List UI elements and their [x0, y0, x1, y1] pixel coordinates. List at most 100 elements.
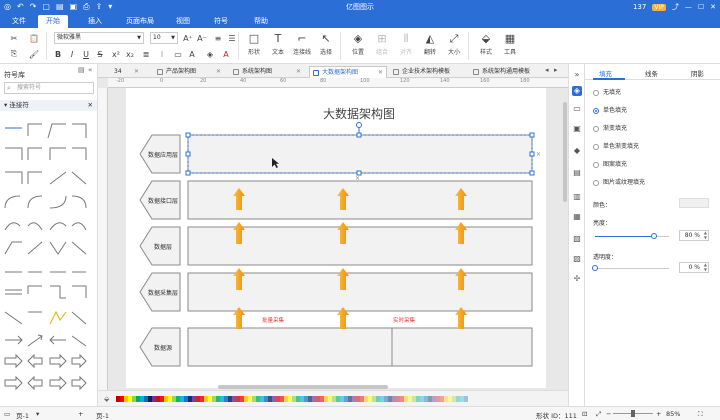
table-panel-icon[interactable]: ▦	[572, 212, 582, 222]
transparency-slider-knob[interactable]	[592, 265, 598, 271]
text-tool[interactable]: T 文本	[266, 32, 290, 56]
fill-panel-icon[interactable]: ◈	[572, 86, 582, 96]
theme-panel-icon[interactable]: ▤	[572, 168, 582, 178]
brightness-input[interactable]: 80 % ▲ ▼	[679, 230, 709, 241]
underline-icon[interactable]: U	[80, 48, 92, 60]
font-grow-icon[interactable]: A⁺	[182, 32, 194, 44]
superscript-icon[interactable]: x²	[110, 48, 122, 60]
fullscreen-icon[interactable]: ⤢	[596, 410, 601, 419]
close-icon[interactable]: ✕	[296, 66, 301, 78]
group-tool[interactable]: ⊞ 组合	[370, 32, 394, 56]
select-tool[interactable]: ↖ 选择	[314, 32, 338, 56]
color-swatches[interactable]	[116, 396, 468, 402]
doc-tab[interactable]: 系统架构图 ✕	[230, 66, 304, 78]
minimize-icon[interactable]: —	[685, 3, 692, 11]
subscript-icon[interactable]: x₂	[124, 48, 136, 60]
tools-tool[interactable]: ▦ 工具	[498, 32, 522, 56]
connect-panel-icon[interactable]: ✢	[572, 274, 582, 284]
page-selector[interactable]: 页-1	[16, 410, 29, 420]
tab-fill[interactable]: 填充	[599, 68, 612, 78]
text-align-icon[interactable]: ≣	[140, 48, 152, 60]
share-icon[interactable]: ⤴	[672, 2, 679, 12]
menu-page-layout[interactable]: 页面布局	[118, 15, 162, 28]
fit-window-icon[interactable]: ⛶	[698, 410, 703, 419]
spinner-arrows-icon[interactable]: ▲ ▼	[704, 230, 707, 240]
spinner-arrows-icon[interactable]: ▲ ▼	[704, 262, 707, 272]
paste-icon[interactable]: 📋	[28, 32, 40, 44]
layer-row[interactable]: 数据源	[139, 327, 533, 367]
zoom-in-icon[interactable]: +	[656, 410, 661, 418]
close-icon[interactable]: ✕	[88, 100, 93, 111]
menu-view[interactable]: 视图	[168, 15, 198, 28]
tab-shadow[interactable]: 阴影	[691, 68, 704, 78]
menu-file[interactable]: 文件	[4, 15, 34, 28]
menu-home[interactable]: 开始	[38, 15, 68, 28]
style-tool[interactable]: ⬙ 样式	[474, 32, 498, 56]
diagram-canvas[interactable]: 大数据架构图 数据应用层 数据接口层 数据层 数据采集层 数据源 批量采集 实时…	[126, 88, 546, 388]
fill-option-solid[interactable]: 单色填充	[593, 106, 627, 116]
menu-insert[interactable]: 插入	[80, 15, 110, 28]
menu-help[interactable]: 帮助	[246, 15, 276, 28]
vip-badge[interactable]: VIP	[652, 3, 666, 11]
fill-option-single-gradient[interactable]: 单色渐变填充	[593, 142, 639, 152]
font-size-select[interactable]: 10 ▼	[150, 32, 178, 44]
fill-option-pattern[interactable]: 图案填充	[593, 160, 627, 170]
fill-option-none[interactable]: 无填充	[593, 88, 621, 98]
text-color-icon[interactable]: A	[186, 48, 198, 60]
align-tool[interactable]: ⫴ 对齐	[394, 32, 418, 56]
fill-bucket-icon[interactable]: ⬙	[104, 395, 109, 403]
menu-symbol[interactable]: 符号	[206, 15, 236, 28]
brightness-slider-knob[interactable]	[651, 233, 658, 239]
rotate-tool[interactable]: ◭ 翻转	[418, 32, 442, 56]
font-color-icon[interactable]: A	[220, 48, 232, 60]
layer-row[interactable]: 数据接口层	[139, 180, 533, 220]
list-icon[interactable]: ☰	[226, 32, 238, 44]
diagram-page[interactable]: 大数据架构图 数据应用层 数据接口层 数据层 数据采集层 数据源 批量采集 实时…	[126, 88, 546, 388]
diagram-title[interactable]: 大数据架构图	[323, 106, 395, 121]
fill-color-icon[interactable]: ◈	[204, 48, 216, 60]
doc-tab[interactable]: 34 ✕	[102, 66, 142, 78]
layer-row[interactable]: 数据应用层	[139, 134, 533, 174]
history-panel-icon[interactable]: ▨	[572, 254, 582, 264]
zoom-slider[interactable]	[613, 410, 653, 417]
annotation-batch[interactable]: 批量采集	[262, 316, 285, 324]
fill-option-picture[interactable]: 图片或纹理填充	[593, 178, 645, 188]
fill-color-picker[interactable]	[679, 198, 709, 208]
close-icon[interactable]: ✕	[216, 66, 221, 78]
doc-tab-active[interactable]: 大数据架构图 ✕	[309, 66, 387, 78]
color-swatch[interactable]	[464, 396, 468, 402]
close-icon[interactable]: ✕	[710, 3, 716, 11]
italic-icon[interactable]: I	[66, 48, 78, 60]
strikethrough-icon[interactable]: S	[94, 48, 106, 60]
cut-icon[interactable]: ✂	[8, 32, 20, 44]
align-icon[interactable]: ≡	[212, 32, 224, 44]
library-search-input[interactable]: ⌕ 搜索符号	[4, 82, 94, 94]
chevron-down-icon[interactable]: ▾	[36, 410, 39, 418]
fill-option-gradient[interactable]: 渐变填充	[593, 124, 627, 134]
text-box-icon[interactable]: ▭	[172, 48, 184, 60]
zoom-out-icon[interactable]: −	[606, 410, 611, 418]
connector-tool[interactable]: ⌐ 连接线	[290, 32, 314, 56]
tab-scroll-right-icon[interactable]: ▸	[554, 66, 558, 74]
tab-scroll-left-icon[interactable]: ◂	[545, 66, 549, 74]
vertical-scrollbar[interactable]	[563, 102, 567, 202]
page-panel-icon[interactable]: ▭	[572, 104, 582, 114]
copy-icon[interactable]: ⎘	[8, 48, 20, 60]
font-family-select[interactable]: 微软雅黑 ▼	[54, 32, 144, 44]
page-nav-icon[interactable]: ▭	[4, 410, 10, 418]
font-shrink-icon[interactable]: A⁻	[196, 32, 208, 44]
fit-page-icon[interactable]: ⊡	[582, 410, 587, 418]
library-collapse-icon[interactable]: «	[88, 66, 92, 74]
data-panel-icon[interactable]: ▧	[572, 234, 582, 244]
doc-tab[interactable]: 系统架构通用模板	[470, 66, 548, 78]
chart-panel-icon[interactable]: ▥	[572, 192, 582, 202]
doc-tab[interactable]: 产品架构图 ✕	[154, 66, 224, 78]
transparency-slider[interactable]	[592, 265, 669, 271]
maximize-icon[interactable]: ☐	[698, 3, 704, 11]
transparency-input[interactable]: 0 % ▲ ▼	[679, 262, 709, 273]
layer-row[interactable]: 数据层	[139, 226, 533, 266]
add-page-icon[interactable]: +	[78, 410, 83, 418]
close-icon[interactable]: ✕	[134, 66, 139, 78]
connector-symbol-grid[interactable]	[0, 114, 98, 406]
collapse-panel-icon[interactable]: »	[572, 70, 582, 80]
